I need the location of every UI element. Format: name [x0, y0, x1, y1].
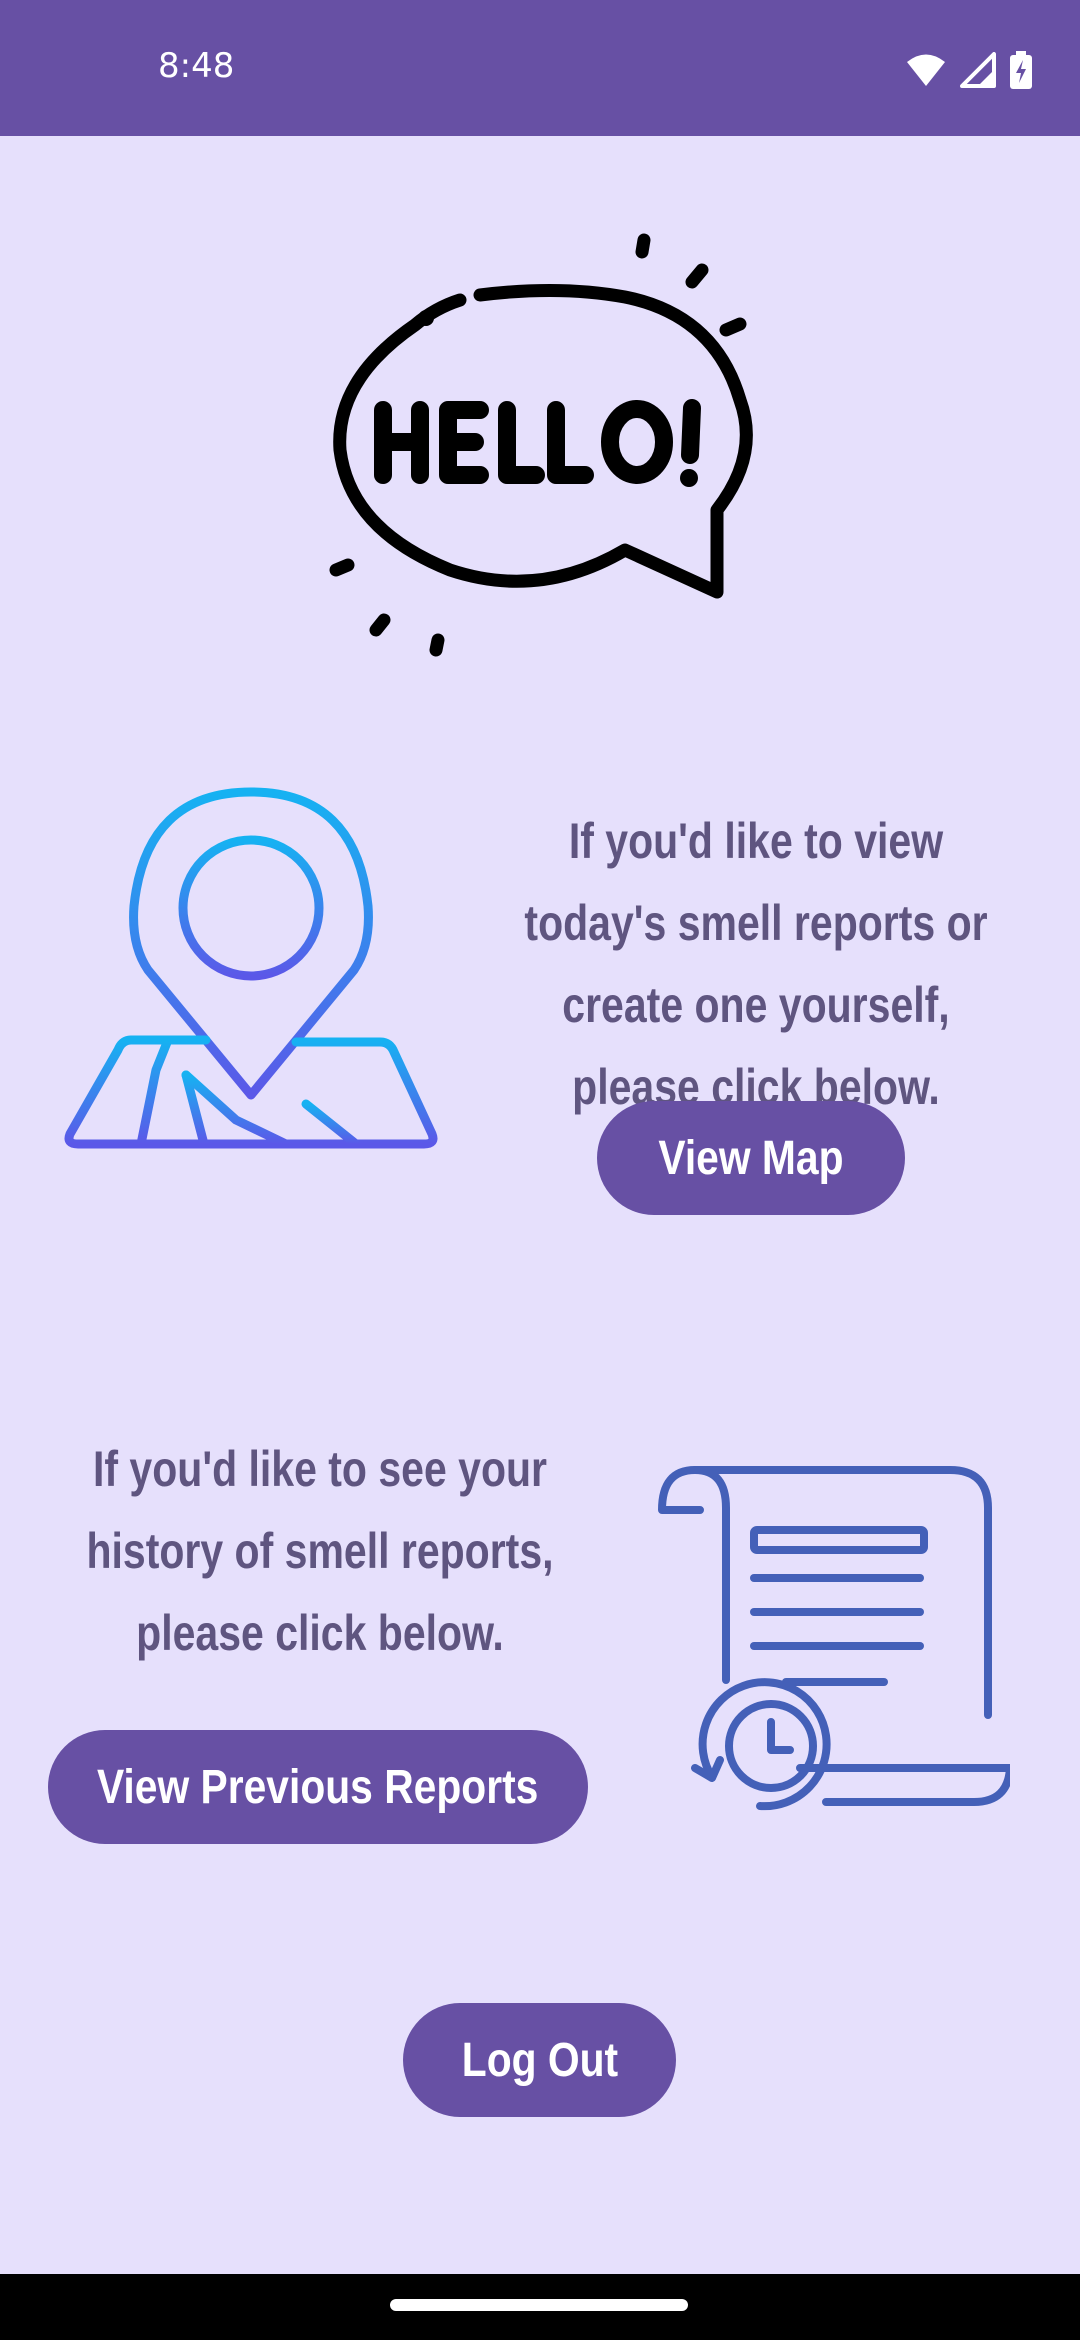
status-bar: 8:48 [0, 0, 1080, 136]
report-history-icon [658, 1466, 1010, 1811]
home-gesture-handle[interactable] [390, 2299, 688, 2311]
view-map-button[interactable]: View Map [597, 1101, 905, 1215]
hello-speech-bubble-icon [329, 233, 753, 657]
view-map-button-label: View Map [658, 1131, 844, 1185]
map-pin-icon [64, 787, 438, 1149]
log-out-button-label: Log Out [461, 2033, 618, 2087]
wifi-icon [907, 54, 945, 86]
status-icons [906, 48, 1032, 92]
log-out-button[interactable]: Log Out [403, 2003, 676, 2117]
cellular-signal-icon [960, 52, 996, 88]
battery-charging-icon [1010, 51, 1032, 89]
view-previous-reports-button[interactable]: View Previous Reports [48, 1730, 588, 1844]
view-previous-reports-button-label: View Previous Reports [97, 1760, 539, 1814]
status-time: 8:48 [158, 46, 235, 86]
view-map-instructions: If you'd like to view today's smell repo… [524, 813, 988, 1115]
history-instructions: If you'd like to see your history of sme… [86, 1441, 554, 1661]
